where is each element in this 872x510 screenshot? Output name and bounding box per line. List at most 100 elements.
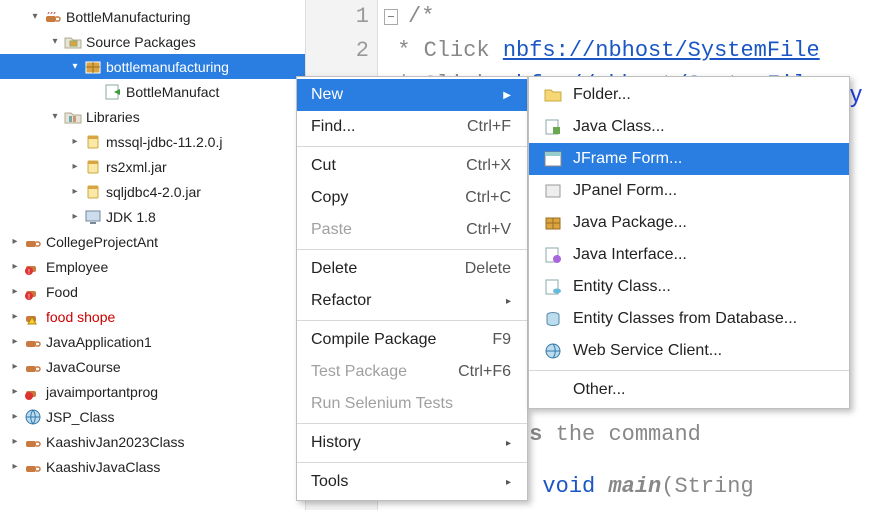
- tree-node-jar[interactable]: ▸ sqljdbc4-2.0.jar: [0, 179, 305, 204]
- tree-node-project[interactable]: ▸ KaashivJan2023Class: [0, 429, 305, 454]
- chevron-right-icon[interactable]: ▸: [68, 160, 82, 174]
- jar-icon: [84, 158, 102, 176]
- tree-node-project[interactable]: ▸ ! Food: [0, 279, 305, 304]
- package-icon: [84, 58, 102, 76]
- chevron-right-icon[interactable]: ▸: [68, 185, 82, 199]
- project-tree[interactable]: ▾ BottleManufacturing ▾ Source Packages …: [0, 0, 305, 510]
- entity-db-icon: [543, 309, 563, 329]
- chevron-down-icon[interactable]: ▾: [28, 10, 42, 24]
- menu-separator: [529, 370, 849, 371]
- chevron-right-icon[interactable]: ▸: [8, 235, 22, 249]
- chevron-right-icon[interactable]: ▸: [8, 360, 22, 374]
- submenu-item-java-interface[interactable]: Java Interface...: [529, 239, 849, 271]
- coffee-project-icon: [24, 233, 42, 251]
- menu-separator: [297, 146, 527, 147]
- menu-item-cut[interactable]: Cut Ctrl+X: [297, 150, 527, 182]
- menu-item-delete[interactable]: Delete Delete: [297, 253, 527, 285]
- menu-label: Test Package: [311, 363, 407, 381]
- fold-icon[interactable]: –: [384, 9, 398, 25]
- coffee-project-error-icon: !: [24, 283, 42, 301]
- tree-label: Source Packages: [86, 34, 196, 50]
- coffee-project-icon: [24, 458, 42, 476]
- tree-node-project[interactable]: ▾ BottleManufacturing: [0, 4, 305, 29]
- tree-node-project[interactable]: ▸ JavaCourse: [0, 354, 305, 379]
- tree-node-libraries[interactable]: ▾ Libraries: [0, 104, 305, 129]
- menu-item-compile[interactable]: Compile Package F9: [297, 324, 527, 356]
- submenu-item-java-class[interactable]: Java Class...: [529, 111, 849, 143]
- chevron-right-icon[interactable]: ▸: [8, 260, 22, 274]
- comment-text: * Click: [397, 38, 503, 63]
- coffee-project-error-icon: [24, 383, 42, 401]
- tree-label: JDK 1.8: [106, 209, 156, 225]
- submenu-arrow-icon: ▸: [506, 296, 511, 307]
- package-folder-icon: [64, 33, 82, 51]
- chevron-right-icon[interactable]: ▸: [68, 210, 82, 224]
- submenu-new[interactable]: Folder... Java Class... JFrame Form... J…: [528, 76, 850, 409]
- chevron-right-icon[interactable]: ▸: [8, 460, 22, 474]
- submenu-item-other[interactable]: Other...: [529, 374, 849, 406]
- gutter-line: 2: [306, 34, 369, 68]
- jdk-icon: [84, 208, 102, 226]
- chevron-right-icon[interactable]: ▸: [68, 135, 82, 149]
- tree-node-class[interactable]: BottleManufact: [0, 79, 305, 104]
- submenu-item-ws-client[interactable]: Web Service Client...: [529, 335, 849, 367]
- context-menu[interactable]: New ▶ Find... Ctrl+F Cut Ctrl+X Copy Ctr…: [296, 76, 528, 501]
- menu-label: Compile Package: [311, 331, 436, 349]
- coffee-project-error-icon: !: [24, 258, 42, 276]
- submenu-item-java-package[interactable]: Java Package...: [529, 207, 849, 239]
- menu-label: Run Selenium Tests: [311, 395, 453, 413]
- tree-node-project[interactable]: ▸ javaimportantprog: [0, 379, 305, 404]
- menu-shortcut: Delete: [465, 260, 511, 278]
- tree-node-jar[interactable]: ▸ mssql-jdbc-11.2.0.j: [0, 129, 305, 154]
- tree-node-project[interactable]: ▸ KaashivJavaClass: [0, 454, 305, 479]
- submenu-item-folder[interactable]: Folder...: [529, 79, 849, 111]
- submenu-arrow-icon: ▶: [503, 90, 511, 101]
- chevron-down-icon[interactable]: ▾: [48, 35, 62, 49]
- menu-label: Java Class...: [573, 118, 665, 136]
- chevron-right-icon[interactable]: ▸: [8, 285, 22, 299]
- submenu-item-jpanel[interactable]: JPanel Form...: [529, 175, 849, 207]
- submenu-item-entity-class[interactable]: Entity Class...: [529, 271, 849, 303]
- gutter-line: 1: [306, 0, 369, 34]
- jpanel-icon: [543, 181, 563, 201]
- tree-node-project[interactable]: ▸ CollegeProjectAnt: [0, 229, 305, 254]
- chevron-down-icon[interactable]: ▾: [68, 60, 82, 74]
- menu-separator: [297, 423, 527, 424]
- editor-link[interactable]: nbfs://nbhost/SystemFile: [503, 38, 820, 63]
- menu-label: Tools: [311, 473, 348, 491]
- chevron-right-icon[interactable]: ▸: [8, 335, 22, 349]
- tree-node-project[interactable]: ▸ ! Employee: [0, 254, 305, 279]
- tree-node-project[interactable]: ▸ JavaApplication1: [0, 329, 305, 354]
- tree-label: sqljdbc4-2.0.jar: [106, 184, 201, 200]
- menu-label: Refactor: [311, 292, 371, 310]
- chevron-right-icon[interactable]: ▸: [8, 410, 22, 424]
- menu-item-refactor[interactable]: Refactor ▸: [297, 285, 527, 317]
- tree-label: mssql-jdbc-11.2.0.j: [106, 134, 222, 150]
- menu-label: Copy: [311, 189, 348, 207]
- submenu-arrow-icon: ▸: [506, 438, 511, 449]
- menu-item-tools[interactable]: Tools ▸: [297, 466, 527, 498]
- menu-label: JPanel Form...: [573, 182, 677, 200]
- tree-node-project[interactable]: ▸ JSP_Class: [0, 404, 305, 429]
- tree-node-project-broken[interactable]: ▸ food shope: [0, 304, 305, 329]
- submenu-item-entity-db[interactable]: Entity Classes from Database...: [529, 303, 849, 335]
- tree-node-package-selected[interactable]: ▾ bottlemanufacturing: [0, 54, 305, 79]
- tree-label: BottleManufact: [126, 84, 219, 100]
- chevron-down-icon[interactable]: ▾: [48, 110, 62, 124]
- coffee-project-warn-icon: [24, 308, 42, 326]
- tree-node-jar[interactable]: ▸ rs2xml.jar: [0, 154, 305, 179]
- tree-node-source-packages[interactable]: ▾ Source Packages: [0, 29, 305, 54]
- submenu-item-jframe[interactable]: JFrame Form...: [529, 143, 849, 175]
- chevron-right-icon[interactable]: ▸: [8, 385, 22, 399]
- tree-node-jdk[interactable]: ▸ JDK 1.8: [0, 204, 305, 229]
- menu-item-find[interactable]: Find... Ctrl+F: [297, 111, 527, 143]
- chevron-right-icon[interactable]: ▸: [8, 435, 22, 449]
- menu-separator: [297, 249, 527, 250]
- menu-item-new[interactable]: New ▶: [297, 79, 527, 111]
- menu-shortcut: Ctrl+V: [466, 221, 511, 239]
- chevron-right-icon[interactable]: ▸: [8, 310, 22, 324]
- menu-item-history[interactable]: History ▸: [297, 427, 527, 459]
- menu-item-copy[interactable]: Copy Ctrl+C: [297, 182, 527, 214]
- java-main-class-icon: [104, 83, 122, 101]
- menu-label: Java Package...: [573, 214, 687, 232]
